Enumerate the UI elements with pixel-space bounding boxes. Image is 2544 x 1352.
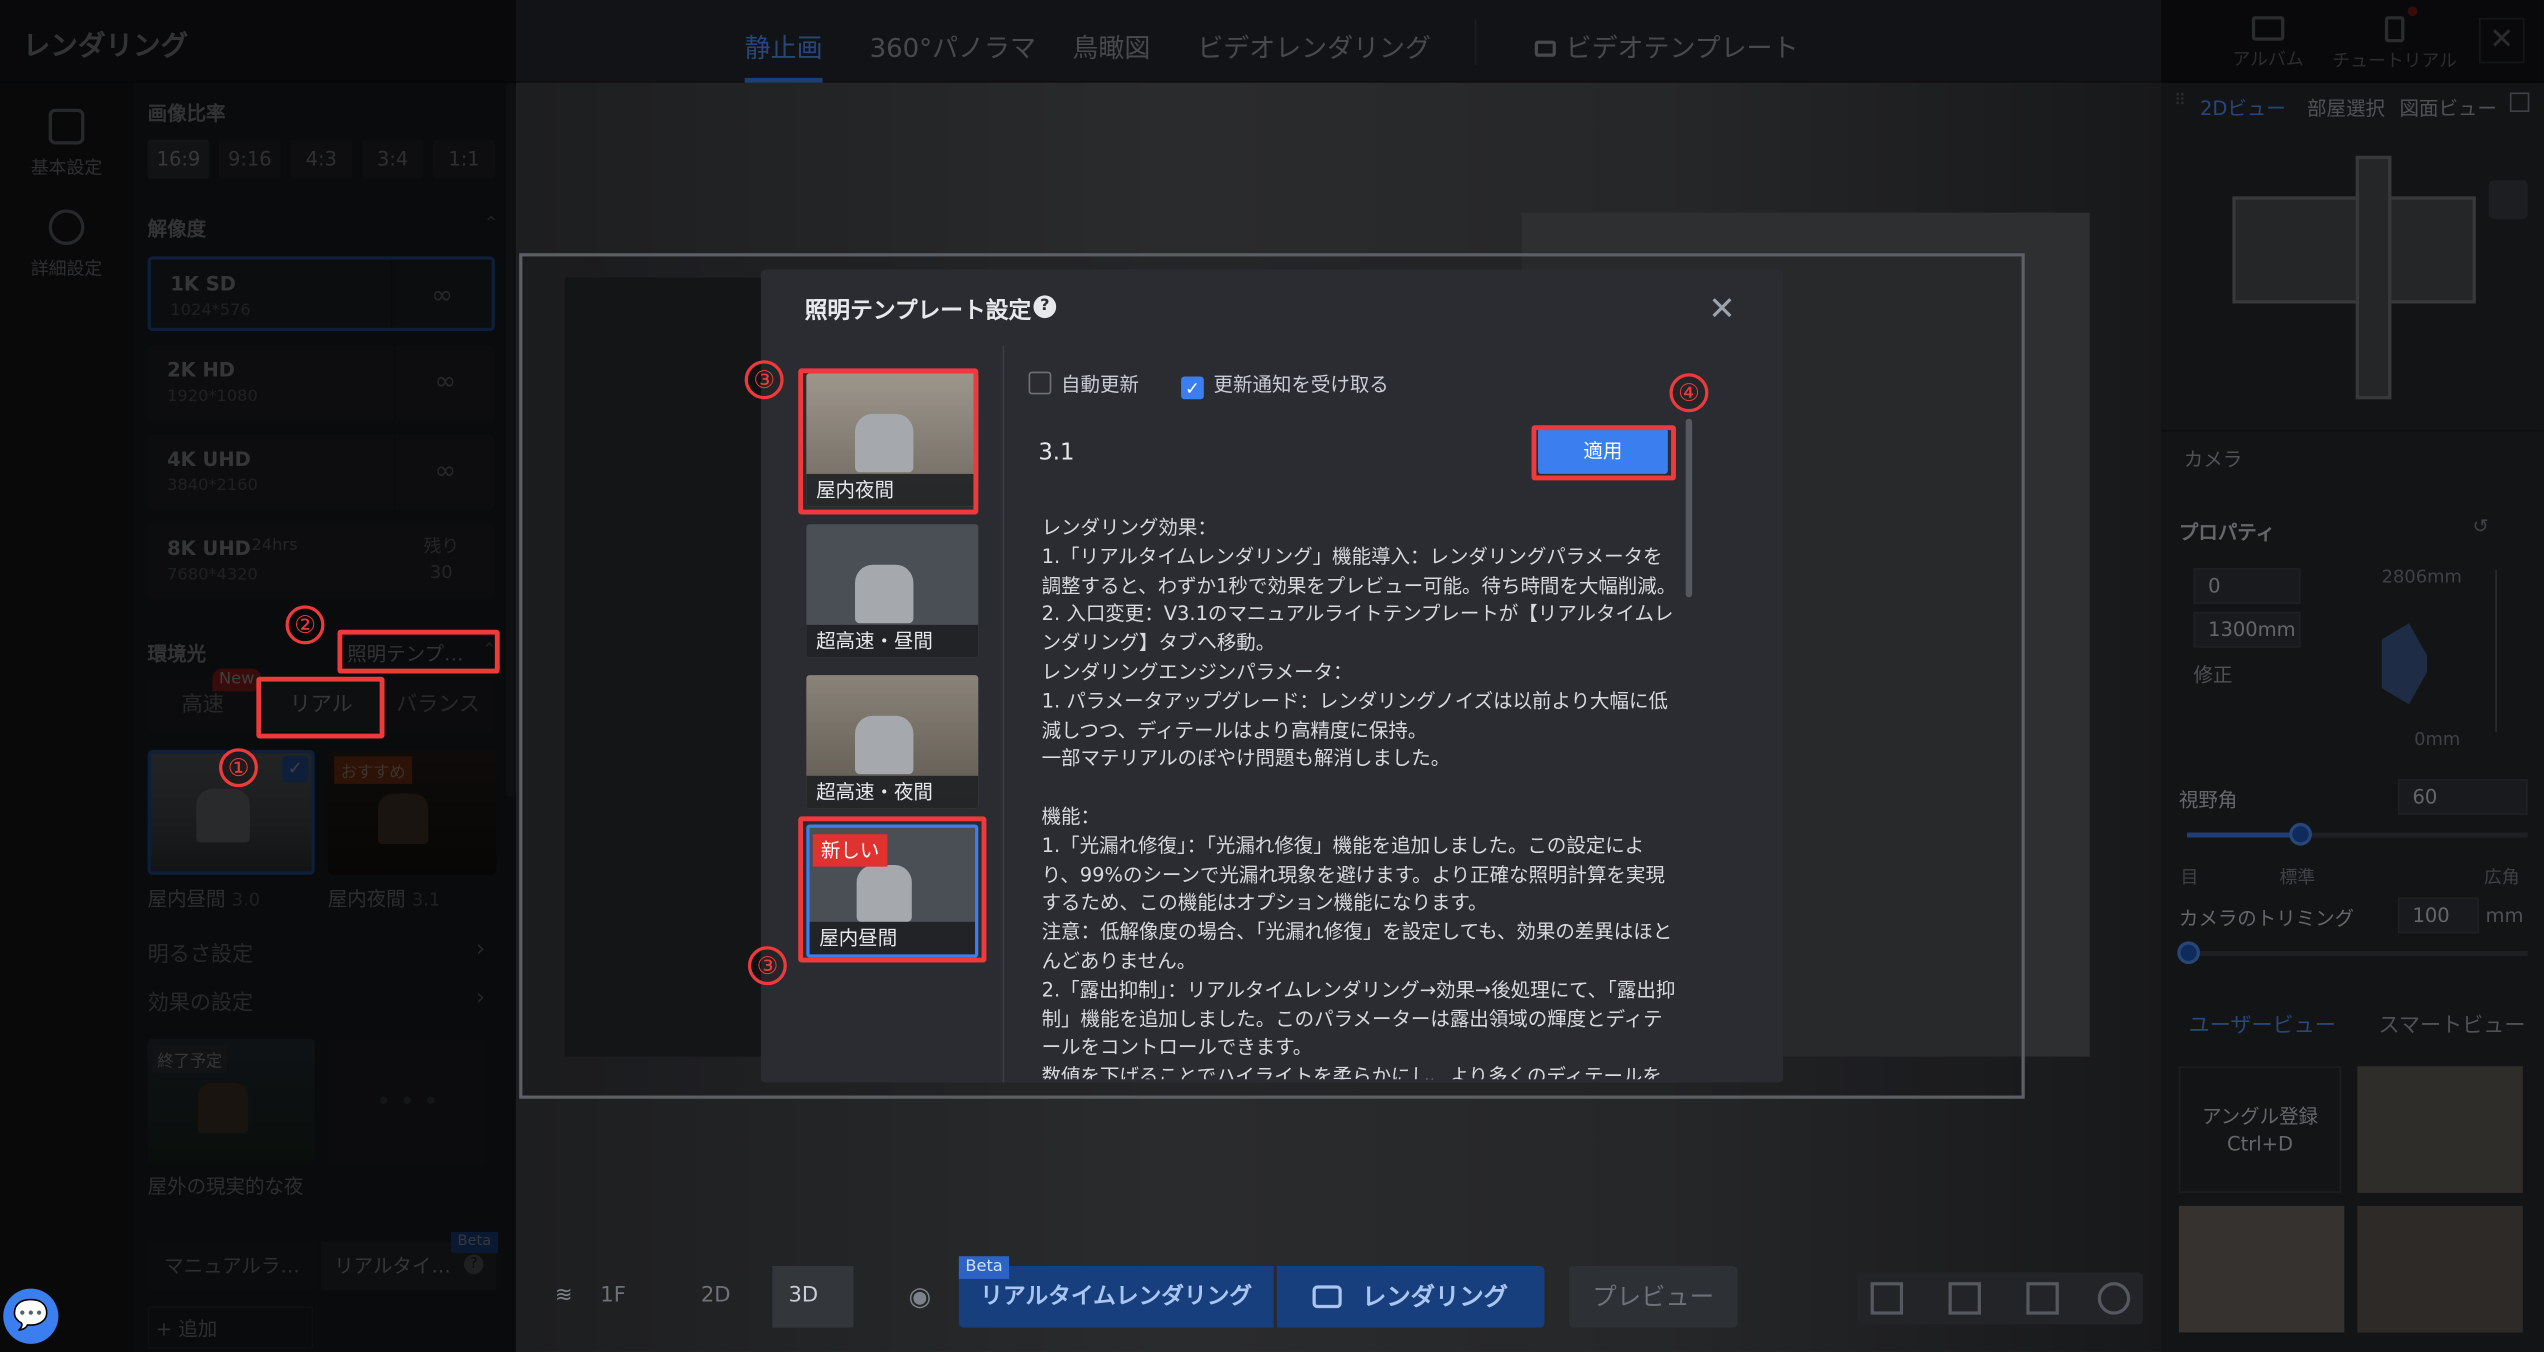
template-label: 超高速・昼間 bbox=[806, 624, 979, 658]
dialog-title: 照明テンプレート設定 bbox=[804, 298, 1032, 325]
notes-scrollbar[interactable] bbox=[1685, 418, 1693, 598]
auto-update-label: 自動更新 bbox=[1061, 373, 1139, 397]
zoom-icon[interactable] bbox=[2097, 1282, 2131, 1315]
camera-icon bbox=[1313, 1285, 1343, 1309]
help-icon[interactable]: ? bbox=[1033, 295, 1057, 319]
template-fast-night[interactable]: 超高速・夜間 bbox=[806, 675, 979, 809]
template-label: 屋内夜間 bbox=[806, 473, 979, 507]
dialog-close-icon[interactable]: ✕ bbox=[1708, 289, 1735, 328]
annotation-number-3b: ③ bbox=[747, 946, 787, 986]
template-version: 3.1 bbox=[1038, 439, 1075, 466]
check-icon[interactable]: ✓ bbox=[1181, 376, 1204, 400]
template-list: 屋内夜間 超高速・昼間 超高速・夜間 新しい屋内昼間 bbox=[761, 345, 1005, 1083]
notify-label: 更新通知を受け取る bbox=[1213, 373, 1389, 397]
template-indoor-day[interactable]: 新しい 屋内昼間 bbox=[806, 824, 979, 958]
template-fast-day[interactable]: 超高速・昼間 bbox=[806, 524, 979, 658]
lighting-template-dialog: 照明テンプレート設定 ? ✕ 屋内夜間 超高速・昼間 超高速・夜間 新しい屋内昼… bbox=[760, 269, 1784, 1083]
notify-checkbox[interactable]: ✓ 更新通知を受け取る bbox=[1181, 370, 1389, 400]
right-dim-overlay bbox=[2161, 0, 2544, 1352]
fullscreen-icon[interactable] bbox=[1870, 1282, 1904, 1315]
floor-select[interactable]: 1F bbox=[600, 1266, 626, 1328]
preview-button[interactable]: プレビュー bbox=[1568, 1265, 1738, 1328]
template-indoor-night[interactable]: 屋内夜間 bbox=[806, 373, 979, 507]
chat-icon[interactable]: 💬 bbox=[3, 1288, 59, 1344]
annotation-number-4: ④ bbox=[1669, 373, 1709, 413]
render-button-label: レンダリング bbox=[1361, 1282, 1509, 1312]
eye-icon[interactable]: ◉ bbox=[909, 1266, 932, 1328]
crop-icon[interactable] bbox=[1948, 1282, 1981, 1315]
viewport-tools bbox=[1857, 1272, 2144, 1325]
layers-icon[interactable]: ≋ bbox=[555, 1266, 573, 1328]
template-label: 超高速・夜間 bbox=[806, 775, 979, 809]
left-dim-overlay bbox=[0, 0, 516, 1352]
new-badge: 新しい bbox=[812, 834, 888, 867]
release-notes: レンダリング効果： 1.「リアルタイムレンダリング」機能導入：レンダリングパラメ… bbox=[1041, 516, 1677, 1080]
template-label: 屋内昼間 bbox=[809, 921, 976, 955]
view-3d[interactable]: 3D bbox=[772, 1265, 854, 1328]
render-button[interactable]: レンダリング bbox=[1276, 1265, 1545, 1328]
view-2d[interactable]: 2D bbox=[701, 1266, 731, 1328]
apply-button[interactable]: 適用 bbox=[1538, 428, 1668, 474]
annotation-number-3a: ③ bbox=[744, 360, 784, 400]
focus-icon[interactable] bbox=[2026, 1282, 2059, 1315]
beta-badge: Beta bbox=[958, 1256, 1010, 1279]
annotation-number-1: ① bbox=[219, 748, 258, 788]
auto-update-checkbox[interactable]: 自動更新 bbox=[1028, 370, 1139, 398]
annotation-number-2: ② bbox=[285, 605, 325, 645]
checkbox-box[interactable] bbox=[1028, 371, 1052, 395]
